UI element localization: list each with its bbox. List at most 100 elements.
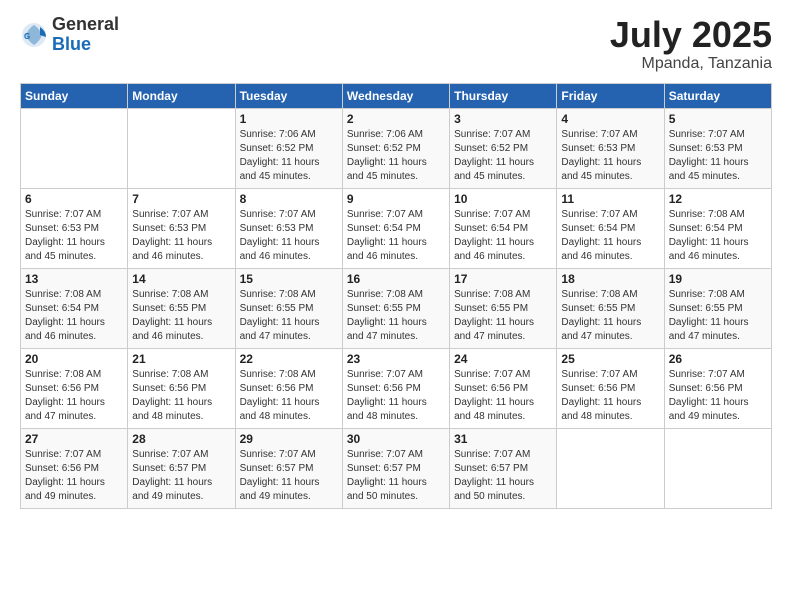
- cell-content: Sunrise: 7:07 AM Sunset: 6:56 PM Dayligh…: [25, 448, 123, 504]
- calendar-cell: 23 Sunrise: 7:07 AM Sunset: 6:56 PM Dayli…: [342, 348, 449, 428]
- day-number: 1: [240, 112, 338, 126]
- calendar-cell: 9 Sunrise: 7:07 AM Sunset: 6:54 PM Daylig…: [342, 188, 449, 268]
- day-number: 25: [561, 352, 659, 366]
- calendar-cell: [128, 108, 235, 188]
- column-header-thursday: Thursday: [450, 83, 557, 108]
- cell-content: Sunrise: 7:07 AM Sunset: 6:54 PM Dayligh…: [561, 208, 659, 264]
- day-number: 5: [669, 112, 767, 126]
- calendar-cell: 21 Sunrise: 7:08 AM Sunset: 6:56 PM Dayli…: [128, 348, 235, 428]
- day-number: 28: [132, 432, 230, 446]
- day-number: 31: [454, 432, 552, 446]
- cell-content: Sunrise: 7:06 AM Sunset: 6:52 PM Dayligh…: [347, 128, 445, 184]
- day-number: 12: [669, 192, 767, 206]
- calendar-cell: 20Sunrise: 7:08 AM Sunset: 6:56 PM Dayli…: [21, 348, 128, 428]
- logo-text: General Blue: [52, 15, 119, 55]
- day-number: 19: [669, 272, 767, 286]
- cell-content: Sunrise: 7:08 AM Sunset: 6:55 PM Dayligh…: [669, 288, 767, 344]
- calendar-cell: 3Sunrise: 7:07 AM Sunset: 6:52 PM Daylig…: [450, 108, 557, 188]
- column-header-wednesday: Wednesday: [342, 83, 449, 108]
- page: G General Blue July 2025 Mpanda, Tanzani…: [0, 0, 792, 612]
- calendar-cell: 29 Sunrise: 7:07 AM Sunset: 6:57 PM Dayli…: [235, 428, 342, 508]
- day-number: 24: [454, 352, 552, 366]
- cell-content: Sunrise: 7:07 AM Sunset: 6:57 PM Dayligh…: [347, 448, 445, 504]
- day-number: 30: [347, 432, 445, 446]
- calendar-cell: 12 Sunrise: 7:08 AM Sunset: 6:54 PM Dayli…: [664, 188, 771, 268]
- cell-content: Sunrise: 7:07 AM Sunset: 6:52 PM Dayligh…: [454, 128, 552, 184]
- day-number: 16: [347, 272, 445, 286]
- day-number: 23: [347, 352, 445, 366]
- calendar-cell: 2Sunrise: 7:06 AM Sunset: 6:52 PM Daylig…: [342, 108, 449, 188]
- header-row: SundayMondayTuesdayWednesdayThursdayFrid…: [21, 83, 772, 108]
- cell-content: Sunrise: 7:07 AM Sunset: 6:56 PM Dayligh…: [561, 368, 659, 424]
- calendar-cell: 13Sunrise: 7:08 AM Sunset: 6:54 PM Dayli…: [21, 268, 128, 348]
- cell-content: Sunrise: 7:08 AM Sunset: 6:55 PM Dayligh…: [561, 288, 659, 344]
- logo-icon: G: [20, 21, 48, 49]
- calendar-cell: 6Sunrise: 7:07 AM Sunset: 6:53 PM Daylig…: [21, 188, 128, 268]
- calendar-cell: 26 Sunrise: 7:07 AM Sunset: 6:56 PM Dayli…: [664, 348, 771, 428]
- calendar-cell: 28 Sunrise: 7:07 AM Sunset: 6:57 PM Dayli…: [128, 428, 235, 508]
- day-number: 18: [561, 272, 659, 286]
- cell-content: Sunrise: 7:07 AM Sunset: 6:54 PM Dayligh…: [454, 208, 552, 264]
- calendar-cell: 30 Sunrise: 7:07 AM Sunset: 6:57 PM Dayli…: [342, 428, 449, 508]
- location: Mpanda, Tanzania: [610, 55, 772, 73]
- calendar-cell: 27Sunrise: 7:07 AM Sunset: 6:56 PM Dayli…: [21, 428, 128, 508]
- calendar-cell: 5 Sunrise: 7:07 AM Sunset: 6:53 PM Daylig…: [664, 108, 771, 188]
- calendar-cell: 17Sunrise: 7:08 AM Sunset: 6:55 PM Dayli…: [450, 268, 557, 348]
- cell-content: Sunrise: 7:06 AM Sunset: 6:52 PM Dayligh…: [240, 128, 338, 184]
- cell-content: Sunrise: 7:07 AM Sunset: 6:56 PM Dayligh…: [454, 368, 552, 424]
- calendar-cell: 31Sunrise: 7:07 AM Sunset: 6:57 PM Dayli…: [450, 428, 557, 508]
- day-number: 15: [240, 272, 338, 286]
- day-number: 29: [240, 432, 338, 446]
- cell-content: Sunrise: 7:07 AM Sunset: 6:53 PM Dayligh…: [240, 208, 338, 264]
- header: G General Blue July 2025 Mpanda, Tanzani…: [20, 15, 772, 73]
- title-area: July 2025 Mpanda, Tanzania: [610, 15, 772, 73]
- week-row-3: 13Sunrise: 7:08 AM Sunset: 6:54 PM Dayli…: [21, 268, 772, 348]
- day-number: 10: [454, 192, 552, 206]
- calendar-cell: 11 Sunrise: 7:07 AM Sunset: 6:54 PM Dayli…: [557, 188, 664, 268]
- column-header-sunday: Sunday: [21, 83, 128, 108]
- calendar-cell: 24 Sunrise: 7:07 AM Sunset: 6:56 PM Dayli…: [450, 348, 557, 428]
- cell-content: Sunrise: 7:07 AM Sunset: 6:53 PM Dayligh…: [669, 128, 767, 184]
- day-number: 14: [132, 272, 230, 286]
- calendar-cell: 18 Sunrise: 7:08 AM Sunset: 6:55 PM Dayli…: [557, 268, 664, 348]
- calendar-cell: 15Sunrise: 7:08 AM Sunset: 6:55 PM Dayli…: [235, 268, 342, 348]
- column-header-friday: Friday: [557, 83, 664, 108]
- cell-content: Sunrise: 7:08 AM Sunset: 6:54 PM Dayligh…: [669, 208, 767, 264]
- day-number: 13: [25, 272, 123, 286]
- week-row-4: 20Sunrise: 7:08 AM Sunset: 6:56 PM Dayli…: [21, 348, 772, 428]
- cell-content: Sunrise: 7:07 AM Sunset: 6:53 PM Dayligh…: [561, 128, 659, 184]
- logo-blue-label: Blue: [52, 35, 119, 55]
- calendar-table: SundayMondayTuesdayWednesdayThursdayFrid…: [20, 83, 772, 509]
- cell-content: Sunrise: 7:08 AM Sunset: 6:56 PM Dayligh…: [25, 368, 123, 424]
- cell-content: Sunrise: 7:07 AM Sunset: 6:57 PM Dayligh…: [240, 448, 338, 504]
- cell-content: Sunrise: 7:08 AM Sunset: 6:55 PM Dayligh…: [347, 288, 445, 344]
- week-row-5: 27Sunrise: 7:07 AM Sunset: 6:56 PM Dayli…: [21, 428, 772, 508]
- cell-content: Sunrise: 7:07 AM Sunset: 6:57 PM Dayligh…: [132, 448, 230, 504]
- calendar-cell: 1 Sunrise: 7:06 AM Sunset: 6:52 PM Daylig…: [235, 108, 342, 188]
- week-row-1: 1 Sunrise: 7:06 AM Sunset: 6:52 PM Daylig…: [21, 108, 772, 188]
- day-number: 22: [240, 352, 338, 366]
- cell-content: Sunrise: 7:07 AM Sunset: 6:53 PM Dayligh…: [132, 208, 230, 264]
- day-number: 21: [132, 352, 230, 366]
- calendar-cell: 4 Sunrise: 7:07 AM Sunset: 6:53 PM Daylig…: [557, 108, 664, 188]
- calendar-cell: 10 Sunrise: 7:07 AM Sunset: 6:54 PM Dayli…: [450, 188, 557, 268]
- cell-content: Sunrise: 7:08 AM Sunset: 6:55 PM Dayligh…: [132, 288, 230, 344]
- day-number: 8: [240, 192, 338, 206]
- day-number: 11: [561, 192, 659, 206]
- column-header-tuesday: Tuesday: [235, 83, 342, 108]
- cell-content: Sunrise: 7:08 AM Sunset: 6:56 PM Dayligh…: [240, 368, 338, 424]
- week-row-2: 6Sunrise: 7:07 AM Sunset: 6:53 PM Daylig…: [21, 188, 772, 268]
- cell-content: Sunrise: 7:08 AM Sunset: 6:55 PM Dayligh…: [454, 288, 552, 344]
- svg-text:G: G: [24, 32, 30, 41]
- day-number: 26: [669, 352, 767, 366]
- day-number: 4: [561, 112, 659, 126]
- cell-content: Sunrise: 7:07 AM Sunset: 6:56 PM Dayligh…: [669, 368, 767, 424]
- calendar-cell: 14 Sunrise: 7:08 AM Sunset: 6:55 PM Dayli…: [128, 268, 235, 348]
- calendar-cell: [21, 108, 128, 188]
- cell-content: Sunrise: 7:07 AM Sunset: 6:56 PM Dayligh…: [347, 368, 445, 424]
- logo: G General Blue: [20, 15, 119, 55]
- cell-content: Sunrise: 7:08 AM Sunset: 6:56 PM Dayligh…: [132, 368, 230, 424]
- day-number: 9: [347, 192, 445, 206]
- cell-content: Sunrise: 7:07 AM Sunset: 6:54 PM Dayligh…: [347, 208, 445, 264]
- calendar-cell: [557, 428, 664, 508]
